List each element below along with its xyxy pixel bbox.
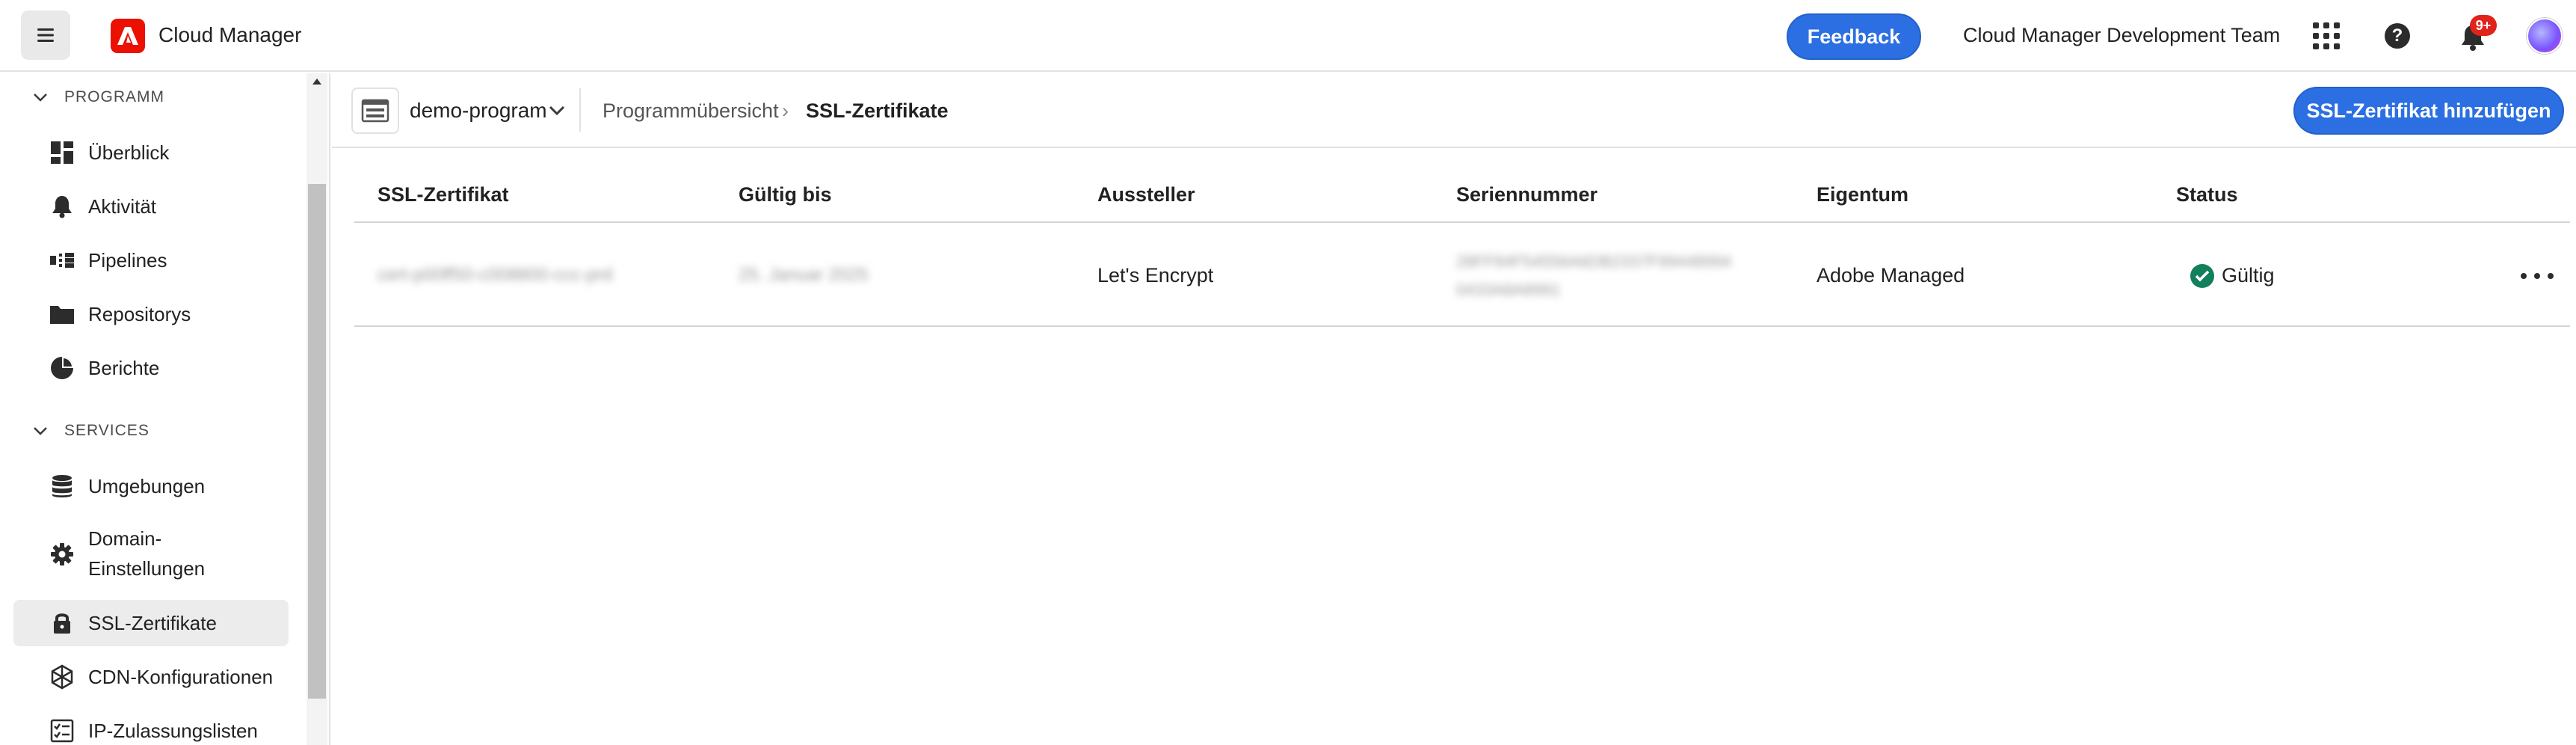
- sidebar-item-label: Berichte: [88, 357, 160, 379]
- sidebar-item-label: Umgebungen: [88, 475, 206, 497]
- sidebar-item-label: Überblick: [88, 141, 170, 164]
- org-switcher[interactable]: Cloud Manager Development Team: [1963, 22, 2280, 49]
- bell-icon: [49, 194, 75, 219]
- program-icon[interactable]: [351, 88, 399, 134]
- sidebar-item-aktivitaet[interactable]: Aktivität: [13, 183, 289, 230]
- dashboard-icon: [49, 140, 75, 165]
- section-programm[interactable]: PROGRAMM: [33, 88, 164, 106]
- breadcrumb-current: SSL-Zertifikate: [806, 99, 949, 122]
- sidebar-item-label-line2: Einstellungen: [88, 557, 206, 580]
- column-header-ssl-zertifikat[interactable]: SSL-Zertifikat: [378, 181, 509, 208]
- cell-ownership: Adobe Managed: [1817, 264, 1965, 286]
- table-row-divider: [354, 325, 2570, 327]
- cell-issuer: Let's Encrypt: [1097, 264, 1214, 286]
- breadcrumb-divider: [579, 88, 581, 132]
- sidebar-item-umgebungen[interactable]: Umgebungen: [13, 463, 289, 509]
- cell-valid-until: 25. Januar 2025: [739, 265, 869, 285]
- menu-toggle-button[interactable]: [21, 10, 70, 60]
- sidebar-item-label: Repositorys: [88, 303, 191, 325]
- add-ssl-certificate-button[interactable]: SSL-Zertifikat hinzufügen: [2293, 87, 2564, 135]
- cell-serial-number-line1: 28FF84F54556A6DB2337F99448994: [1456, 252, 1732, 271]
- checkmark-circle-icon: [2190, 264, 2214, 288]
- table-header-divider: [354, 221, 2570, 223]
- column-header-eigentum[interactable]: Eigentum: [1817, 181, 1908, 208]
- lock-icon: [49, 610, 75, 636]
- sidebar-item-label: SSL-Zertifikate: [88, 612, 217, 634]
- breadcrumb-link-programmuebersicht[interactable]: Programmübersicht: [603, 96, 779, 125]
- pie-chart-icon: [49, 355, 75, 381]
- sidebar-item-label: Pipelines: [88, 249, 167, 272]
- cell-status: Gültig: [2222, 264, 2275, 286]
- sidebar-item-berichte[interactable]: Berichte: [13, 345, 289, 391]
- more-actions-icon[interactable]: [2521, 263, 2554, 289]
- sidebar-item-cdn-konfigurationen[interactable]: CDN-Konfigurationen: [13, 654, 289, 700]
- section-title-services: SERVICES: [64, 422, 150, 439]
- sidebar-item-label: Aktivität: [88, 195, 157, 218]
- top-bar: Cloud Manager Feedback Cloud Manager Dev…: [0, 0, 2576, 72]
- database-icon: [49, 473, 75, 499]
- sidebar-item-pipelines[interactable]: Pipelines: [13, 237, 289, 283]
- network-icon: [49, 664, 75, 690]
- column-header-gueltig-bis[interactable]: Gültig bis: [739, 181, 832, 208]
- sidebar-item-label: IP-Zulassungslisten: [88, 720, 258, 742]
- section-title-programm: PROGRAMM: [64, 88, 164, 105]
- sidebar-item-repositorys[interactable]: Repositorys: [13, 291, 289, 337]
- notification-badge: 9+: [2470, 15, 2497, 36]
- column-header-status[interactable]: Status: [2176, 181, 2238, 208]
- feedback-button[interactable]: Feedback: [1787, 13, 1921, 60]
- pipeline-icon: [49, 248, 75, 273]
- help-icon[interactable]: ?: [2385, 23, 2410, 49]
- checklist-icon: [49, 718, 75, 744]
- program-selector[interactable]: demo-program: [410, 96, 547, 126]
- user-avatar[interactable]: [2527, 18, 2563, 54]
- scroll-up-arrow-icon[interactable]: [306, 78, 327, 93]
- hamburger-icon: [37, 28, 54, 42]
- sidebar-item-ueberblick[interactable]: Überblick: [13, 129, 289, 176]
- adobe-logo-icon[interactable]: [111, 19, 145, 53]
- gear-icon: [49, 542, 75, 567]
- cell-certificate-name[interactable]: cert-p00ff50-c008800-ccc-prd: [378, 261, 612, 289]
- breadcrumb-separator: ›: [782, 99, 789, 122]
- cell-serial-number-line2: 0433A8A8991: [1456, 280, 1561, 299]
- chevron-down-icon[interactable]: [547, 103, 567, 118]
- app-title[interactable]: Cloud Manager: [158, 22, 301, 49]
- sidebar-item-ssl-zertifikate[interactable]: SSL-Zertifikate: [13, 600, 289, 646]
- column-header-aussteller[interactable]: Aussteller: [1097, 181, 1195, 208]
- sidebar-item-domain-einstellungen[interactable]: Domain- Einstellungen: [13, 522, 289, 586]
- section-services[interactable]: SERVICES: [33, 422, 150, 440]
- chevron-down-icon: [34, 427, 47, 435]
- apps-grid-icon[interactable]: [2313, 22, 2340, 49]
- folder-icon: [49, 301, 75, 327]
- chevron-down-icon: [34, 93, 47, 102]
- column-header-seriennummer[interactable]: Seriennummer: [1456, 181, 1597, 208]
- sidebar-scrollbar-thumb[interactable]: [308, 184, 326, 699]
- sidebar-item-ip-zulassungslisten[interactable]: IP-Zulassungslisten: [13, 708, 289, 745]
- sidebar-item-label: CDN-Konfigurationen: [88, 666, 274, 688]
- sidebar-item-label: Domain-: [88, 527, 162, 550]
